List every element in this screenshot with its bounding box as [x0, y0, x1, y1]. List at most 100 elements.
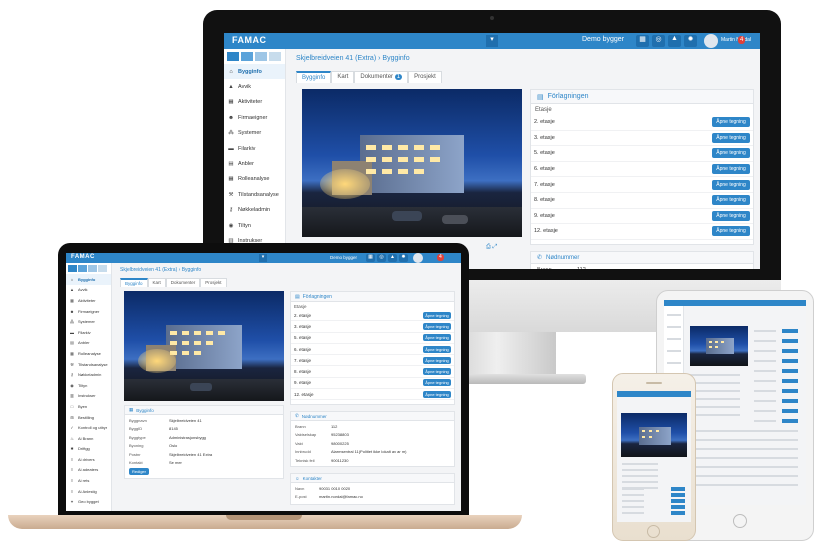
chevron-down-icon[interactable]: ▾ — [259, 254, 267, 262]
open-drawing-button[interactable]: Åpne tegning — [423, 368, 451, 376]
sidebar-item-ai-brann[interactable]: ♨ Ai Brann — [66, 433, 111, 444]
open-drawing-button[interactable] — [782, 389, 798, 393]
tab-dokumenter[interactable]: Dokumenter 1 — [354, 71, 409, 83]
open-drawing-button[interactable] — [782, 369, 798, 373]
sidebar-item-ai-adeaters[interactable]: ≡ Ai adeaters — [66, 465, 111, 476]
open-drawing-button[interactable] — [782, 329, 798, 333]
phone-home-button[interactable] — [647, 525, 660, 538]
open-drawing-button[interactable]: Åpne tegning — [712, 179, 750, 190]
open-drawing-button[interactable]: Åpne tegning — [423, 322, 451, 330]
avatar[interactable] — [704, 34, 718, 48]
sidebar-item-bygginfo[interactable]: ⌂ Bygginfo — [66, 274, 111, 285]
grid-icon[interactable] — [227, 52, 239, 61]
avatar[interactable] — [413, 253, 423, 263]
sidebar-item-n-kkeladmin[interactable]: ⚷ Nøkkeladmin — [224, 203, 285, 218]
list-icon[interactable] — [241, 52, 253, 61]
sidebar-item-geo-bygget[interactable]: ⌖ Geo bygget — [66, 496, 111, 507]
sidebar-item-anbler[interactable]: ▤ Anbler — [66, 338, 111, 349]
open-drawing-button[interactable]: Åpne tegning — [423, 390, 451, 398]
breadcrumb-path[interactable]: Skjelbreidveien 41 (Extra) — [296, 55, 376, 62]
sidebar-item-filarkiv[interactable]: ▬ Filarkiv — [224, 141, 285, 156]
sidebar-item-rolleanalyse[interactable]: ▦ Rolleanalyse — [224, 172, 285, 187]
open-drawing-button[interactable] — [671, 493, 685, 497]
open-drawing-button[interactable] — [671, 499, 685, 503]
sidebar-item-aktiviteter[interactable]: ▦ Aktiviteter — [224, 95, 285, 110]
open-drawing-button[interactable]: Åpne tegning — [712, 148, 750, 159]
open-drawing-button[interactable] — [671, 487, 685, 491]
tab-kart[interactable]: Kart — [331, 71, 355, 83]
open-drawing-button[interactable] — [671, 505, 685, 509]
headset-icon[interactable]: ◎ — [652, 35, 665, 47]
open-drawing-button[interactable] — [671, 511, 685, 515]
sidebar-item-tilstandsanalyse[interactable]: ⚒ Tilstandsanalyse — [66, 359, 111, 370]
tab-bygginfo[interactable]: Bygginfo — [296, 71, 332, 83]
map-icon[interactable] — [255, 52, 267, 61]
grid-icon[interactable] — [68, 265, 77, 272]
open-drawing-button[interactable]: Åpne tegning — [423, 345, 451, 353]
sidebar-item-instrukser[interactable]: ▥ Instrukser — [66, 391, 111, 402]
open-drawing-button[interactable]: Åpne tegning — [423, 334, 451, 342]
gear-icon[interactable]: ✹ — [684, 35, 697, 47]
edit-button[interactable]: Rediger — [129, 468, 149, 475]
sidebar-item-firmaeigner[interactable]: ☻ Firmaeigner — [66, 306, 111, 317]
open-drawing-button[interactable]: Åpne tegning — [712, 195, 750, 206]
open-drawing-button[interactable]: Åpne tegning — [423, 356, 451, 364]
building-selector[interactable]: Demo bygger — [330, 255, 357, 260]
open-drawing-button[interactable]: Åpne tegning — [712, 210, 750, 221]
sidebar-item-ai-anlestig[interactable]: ≡ Ai Anlestig — [66, 486, 111, 497]
list-icon[interactable] — [78, 265, 87, 272]
sidebar-item-rolleanalyse[interactable]: ▦ Rolleanalyse — [66, 348, 111, 359]
alert-icon[interactable]: ▲ — [388, 254, 397, 262]
sidebar-item-tiltyn[interactable]: ◉ Tiltyn — [66, 380, 111, 391]
sidebar-item-n-kkeladmin[interactable]: ⚷ Nøkkeladmin — [66, 369, 111, 380]
sidebar-item-kontroll-og-utbyr[interactable]: ✓ Kontroll og utbyr — [66, 422, 111, 433]
tab-bygginfo[interactable]: Bygginfo — [120, 278, 148, 287]
open-drawing-button[interactable] — [782, 399, 798, 403]
open-drawing-button[interactable]: Åpne tegning — [712, 132, 750, 143]
building-selector[interactable]: Demo bygger — [582, 36, 624, 43]
open-drawing-button[interactable]: Åpne tegning — [423, 379, 451, 387]
sidebar-item-bestilling[interactable]: ⊞ Bestilling — [66, 412, 111, 423]
tablet-home-button[interactable] — [733, 514, 747, 528]
building-icon[interactable]: ▦ — [366, 254, 375, 262]
sidebar-item-filarkiv[interactable]: ▬ Filarkiv — [66, 327, 111, 338]
open-drawing-button[interactable]: Åpne tegning — [712, 117, 750, 128]
open-drawing-button[interactable] — [782, 419, 798, 423]
chevron-down-icon[interactable]: ▾ — [486, 35, 498, 47]
sidebar-item-tilstandsanalyse[interactable]: ⚒ Tilstandsanalyse — [224, 187, 285, 202]
sidebar-item-ai-drivers[interactable]: ≡ Ai drivers — [66, 454, 111, 465]
building-icon[interactable]: ▦ — [636, 35, 649, 47]
sidebar-item-byen[interactable]: □ Byen — [66, 401, 111, 412]
sidebar-item-anbler[interactable]: ▤ Anbler — [224, 156, 285, 171]
alert-icon[interactable]: ▲ — [668, 35, 681, 47]
open-drawing-button[interactable] — [782, 339, 798, 343]
sidebar-item-aktiviteter[interactable]: ▦ Aktiviteter — [66, 295, 111, 306]
open-drawing-button[interactable]: Åpne tegning — [423, 311, 451, 319]
print-icon[interactable]: ⎙ ⤢ — [486, 244, 497, 251]
sidebar-item-bygginfo[interactable]: ⌂ Bygginfo — [224, 64, 285, 80]
gear-icon[interactable]: ✹ — [399, 254, 408, 262]
open-drawing-button[interactable] — [782, 359, 798, 363]
sidebar-item-tiltyn[interactable]: ◉ Tiltyn — [224, 218, 285, 233]
search-icon[interactable] — [269, 52, 281, 61]
sidebar-item-systemer[interactable]: ⁂ Systemer — [66, 316, 111, 327]
open-drawing-button[interactable] — [782, 379, 798, 383]
sidebar-item-firmaeigner[interactable]: ☻ Firmaeigner — [224, 110, 285, 125]
headset-icon[interactable]: ◎ — [377, 254, 386, 262]
sidebar-item-ai-rets[interactable]: ≡ Ai rets — [66, 475, 111, 486]
sidebar-item-avvik[interactable]: ▲ Avvik — [66, 285, 111, 296]
sidebar-item-systemer[interactable]: ⁂ Systemer — [224, 126, 285, 141]
tab-prosjekt[interactable]: Prosjekt — [408, 71, 442, 83]
open-drawing-button[interactable]: Åpne tegning — [712, 226, 750, 237]
sidebar-item-avvik[interactable]: ▲ Avvik — [224, 79, 285, 94]
open-drawing-button[interactable] — [782, 349, 798, 353]
open-drawing-button[interactable] — [782, 409, 798, 413]
tab-prosjekt[interactable]: Prosjekt — [200, 278, 227, 287]
tab-dokumenter[interactable]: Dokumenter — [165, 278, 201, 287]
breadcrumb-path[interactable]: Skjelbreidveien 41 (Extra) — [120, 267, 177, 273]
detail-value[interactable]: Se mer — [169, 460, 182, 465]
open-drawing-button[interactable]: Åpne tegning — [712, 164, 750, 175]
search-icon[interactable] — [98, 265, 107, 272]
tab-kart[interactable]: Kart — [147, 278, 166, 287]
sidebar-item-driftgg[interactable]: ✹ Driftgg — [66, 444, 111, 455]
